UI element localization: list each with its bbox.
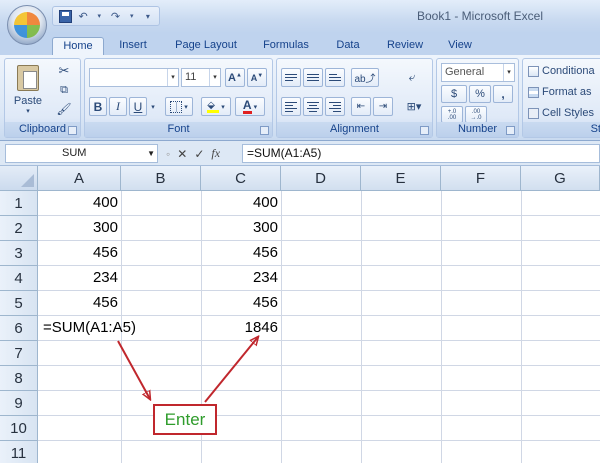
office-button[interactable] [7, 5, 47, 45]
office-logo-icon [14, 12, 40, 38]
enter-annotation-label: Enter [153, 404, 217, 435]
arrow-from-a6 [117, 340, 150, 399]
arrow-to-c6 [204, 337, 258, 403]
annotation-arrows [117, 0, 600, 403]
